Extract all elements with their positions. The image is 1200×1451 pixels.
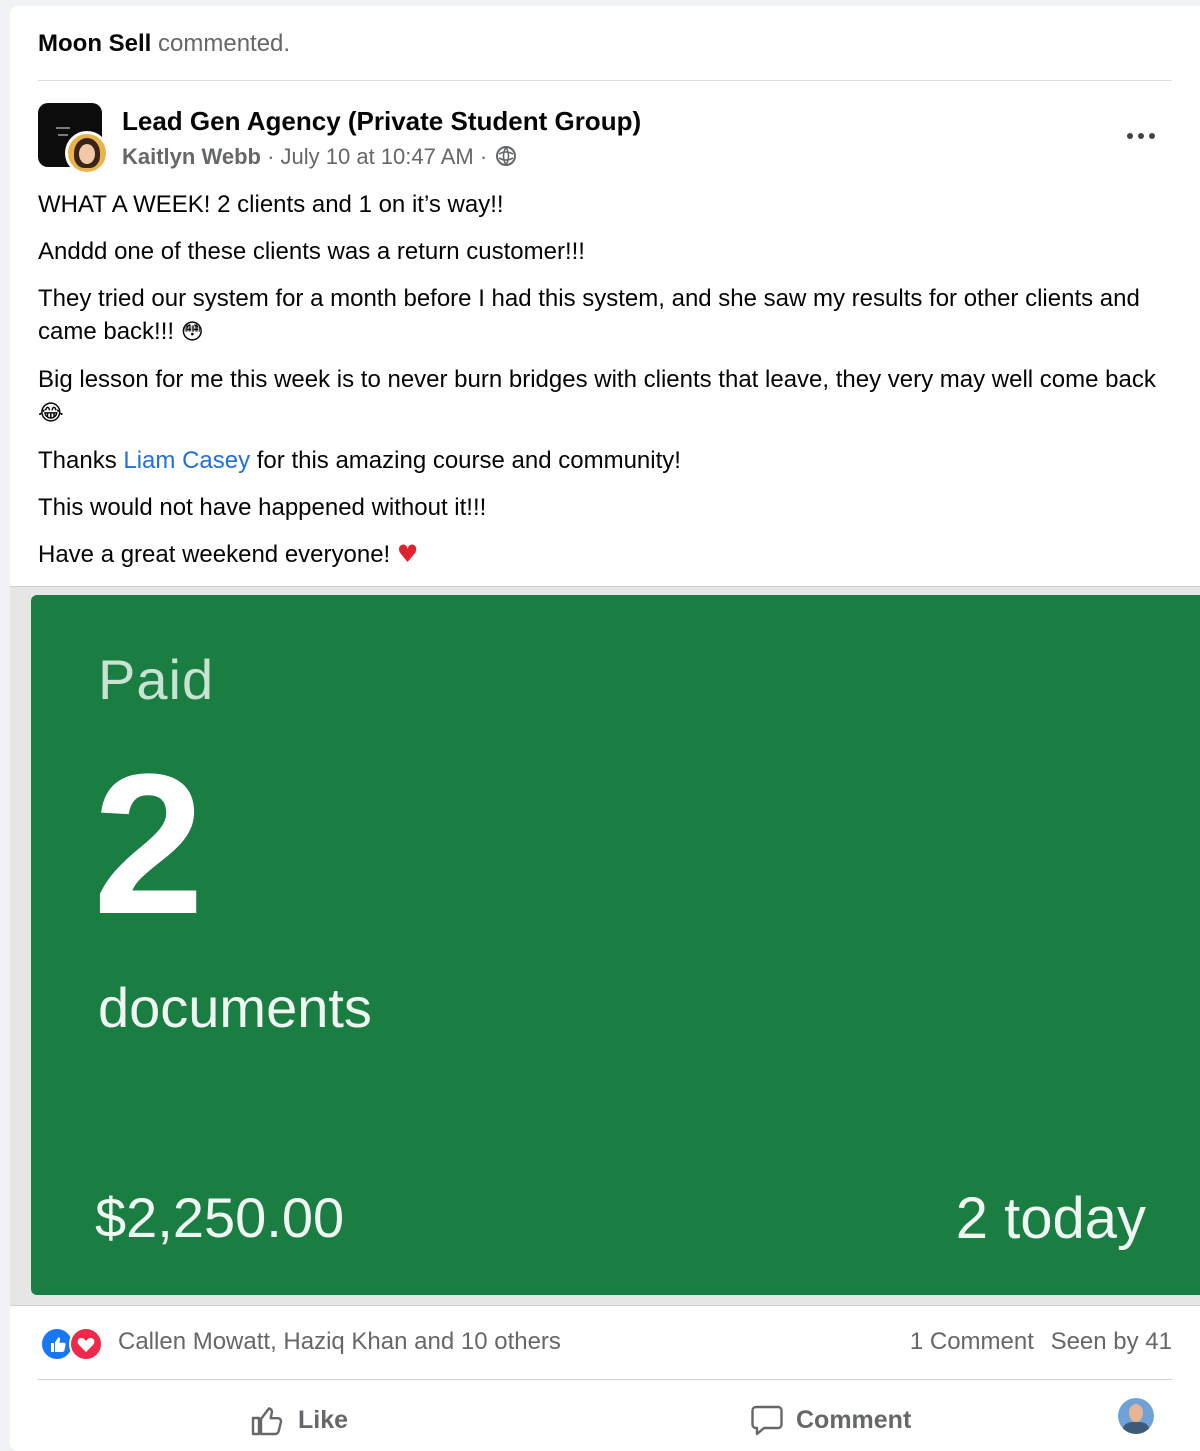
comment-button[interactable]: Comment (750, 1398, 911, 1442)
post-line: They tried our system for a month before… (38, 285, 1140, 345)
avatar-body (1123, 1422, 1149, 1434)
post-meta: Kaitlyn Webb · July 10 at 10:47 AM · (122, 144, 517, 170)
group-name-link[interactable]: Lead Gen Agency (Private Student Group) (122, 106, 641, 137)
reactors-list[interactable]: Callen Mowatt, Haziq Khan and 10 others (118, 1328, 561, 1356)
paid-count: 2 (93, 733, 205, 956)
post-card: Moon Sell commented. Lead Gen Agency (Pr… (10, 6, 1200, 1451)
flushed-emoji-icon: 😳 (180, 320, 204, 345)
avatar-face (79, 144, 95, 164)
author-name-link[interactable]: Kaitlyn Webb (122, 144, 261, 169)
paid-title: Paid (98, 648, 215, 711)
heart-icon (77, 1338, 95, 1352)
activity-header: Moon Sell commented. (38, 30, 290, 58)
post-line: Have a great weekend everyone! ♥ (38, 540, 419, 568)
seen-count[interactable]: Seen by 41 (1051, 1328, 1172, 1355)
post-line: WHAT A WEEK! 2 clients and 1 on it’s way… (38, 191, 504, 218)
reactions-bar: Callen Mowatt, Haziq Khan and 10 others … (38, 1322, 1172, 1362)
post-text: WHAT A WEEK! 2 clients and 1 on it’s way… (38, 188, 1178, 585)
comment-count[interactable]: 1 Comment (910, 1328, 1034, 1355)
like-label: Like (298, 1405, 349, 1434)
thumbs-up-icon (251, 1407, 283, 1436)
group-logo-mark (56, 127, 70, 129)
author-avatar[interactable] (65, 131, 109, 175)
post-line: This would not have happened without it!… (38, 494, 487, 521)
love-reaction-icon (69, 1327, 103, 1361)
paid-summary-card: Paid 2 documents $2,250.00 2 today (31, 595, 1200, 1295)
post-line: Thanks Liam Casey for this amazing cours… (38, 447, 681, 474)
speech-bubble-icon (751, 1405, 783, 1436)
avatar-head (1129, 1404, 1143, 1422)
heart-emoji-icon: ♥ (396, 540, 419, 568)
post-image[interactable]: Paid 2 documents $2,250.00 2 today (10, 586, 1200, 1306)
more-dot (1149, 133, 1155, 139)
divider (38, 1379, 1172, 1380)
thumbs-up-icon (51, 1337, 66, 1352)
more-dot (1127, 133, 1133, 139)
viewer-avatar[interactable] (1118, 1398, 1154, 1434)
post-stats: 1 Comment Seen by 41 (900, 1328, 1172, 1356)
paid-amount: $2,250.00 (95, 1186, 345, 1249)
paid-today: 2 today (955, 1186, 1146, 1251)
meta-separator: · (479, 144, 488, 169)
post-timestamp[interactable]: July 10 at 10:47 AM (281, 144, 474, 169)
laughing-emoji-icon: 😂 (38, 401, 64, 426)
meta-separator: · (267, 144, 275, 169)
mention-link[interactable]: Liam Casey (123, 447, 250, 474)
like-button[interactable]: Like (250, 1398, 348, 1442)
globe-icon (496, 146, 517, 166)
divider (38, 80, 1172, 81)
post-line: Anddd one of these clients was a return … (38, 238, 585, 265)
activity-actor[interactable]: Moon Sell (38, 30, 151, 57)
paid-unit: documents (98, 976, 372, 1039)
comment-label: Comment (796, 1405, 912, 1434)
post-line: Big lesson for me this week is to never … (38, 366, 1156, 426)
reaction-icons[interactable] (38, 1325, 108, 1361)
more-options-icon[interactable] (1118, 124, 1164, 148)
more-dot (1138, 133, 1144, 139)
group-logo-mark (58, 134, 68, 136)
activity-action: commented. (158, 30, 291, 57)
